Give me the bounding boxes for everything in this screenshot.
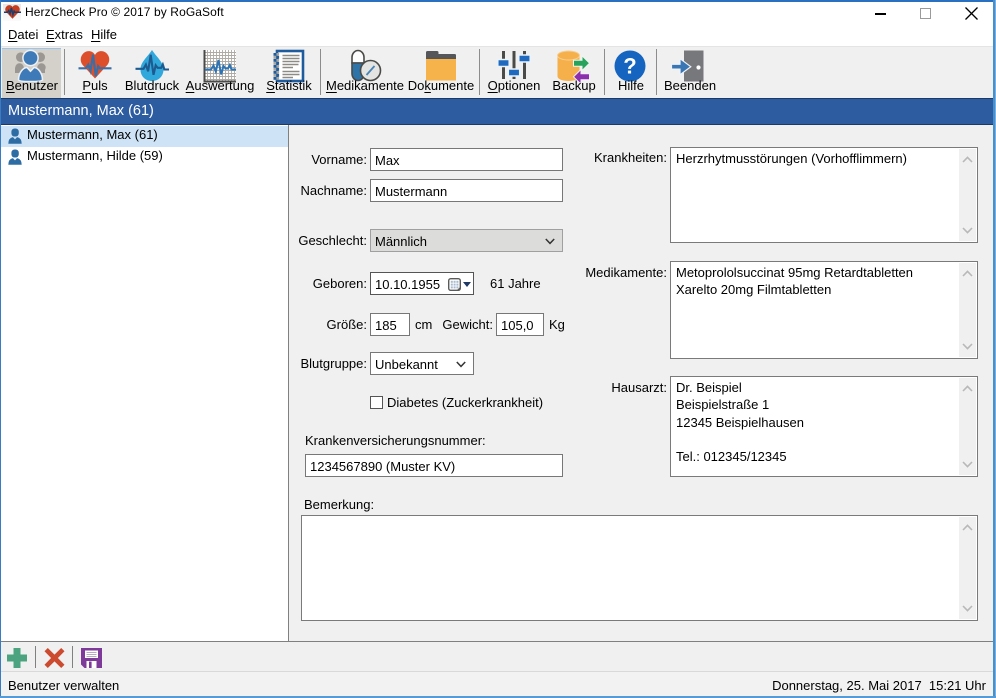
svg-text:?: ? (623, 54, 636, 79)
